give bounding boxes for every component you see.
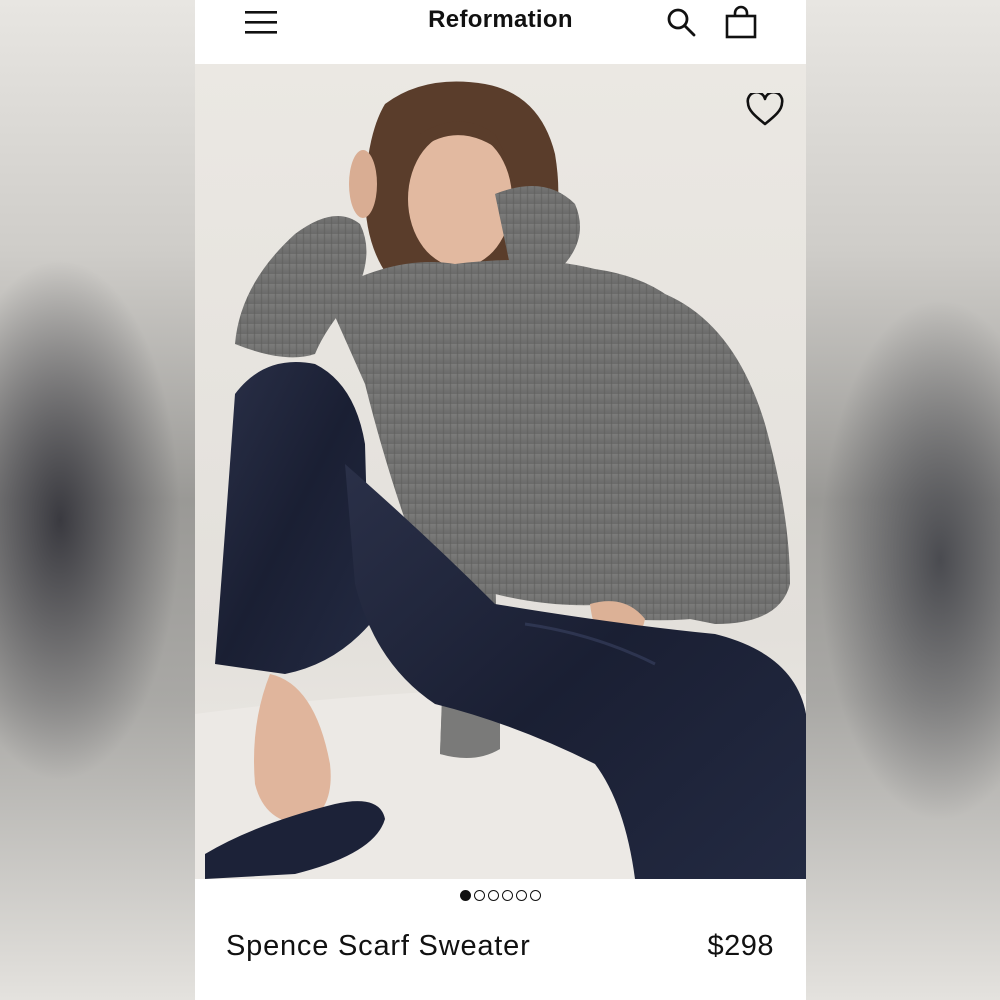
carousel-dot[interactable] — [502, 890, 513, 901]
product-page: Reformation Spence Scarf Sweater $298 — [195, 0, 806, 1000]
carousel-dot[interactable] — [530, 890, 541, 901]
wishlist-button[interactable] — [743, 88, 787, 132]
heart-outline-icon — [746, 93, 784, 126]
carousel-dot[interactable] — [488, 890, 499, 901]
search-button[interactable] — [661, 2, 701, 42]
model-illustration — [195, 64, 806, 879]
carousel-dot[interactable] — [516, 890, 527, 901]
carousel-indicator — [195, 890, 806, 901]
product-name: Spence Scarf Sweater — [226, 930, 531, 962]
product-image[interactable] — [195, 64, 806, 879]
brand-logo[interactable]: Reformation — [195, 6, 806, 34]
search-icon — [667, 8, 696, 37]
top-navigation-bar: Reformation — [195, 0, 806, 64]
carousel-dot[interactable] — [460, 890, 471, 901]
shopping-bag-icon — [725, 5, 757, 39]
product-price: $298 — [707, 930, 774, 962]
carousel-dot[interactable] — [474, 890, 485, 901]
shopping-bag-button[interactable] — [721, 2, 761, 42]
